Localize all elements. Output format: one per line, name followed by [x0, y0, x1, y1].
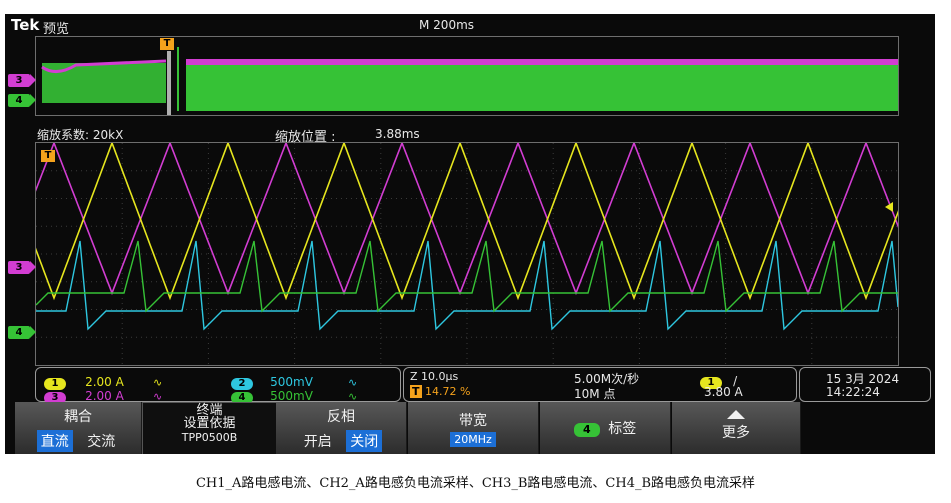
- coupling-dc-option[interactable]: 直流: [36, 430, 73, 452]
- trigger-level-arrow[interactable]: [885, 202, 893, 212]
- zoom-graticule: [5, 140, 935, 366]
- ch4-marker-overview[interactable]: 4: [8, 94, 36, 107]
- overview-magenta-post: [186, 59, 898, 65]
- invert-on-option[interactable]: 开启: [300, 430, 336, 452]
- zoom-position-value: 3.88ms: [375, 127, 420, 141]
- figure-caption: CH1_A路电感电流、CH2_A路电感负电流采样、CH3_B路电感电流、CH4_…: [195, 476, 756, 491]
- brand-logo: Tek: [11, 16, 40, 34]
- ch3-marker-overview[interactable]: 3: [8, 74, 36, 87]
- termination-probe: TPP0500B: [181, 431, 238, 444]
- zoom-waveforms: [5, 140, 935, 365]
- trigger-marker-zoom[interactable]: T: [41, 150, 55, 162]
- coupling-menu-button[interactable]: 耦合 直流 交流: [15, 402, 142, 454]
- label-menu-button[interactable]: 4 标签: [540, 402, 671, 454]
- label-text: 标签: [608, 421, 637, 437]
- bandwidth-title: 带宽: [459, 413, 487, 429]
- bandwidth-menu-button[interactable]: 带宽 20MHz: [408, 402, 539, 454]
- more-label: 更多: [722, 425, 750, 441]
- time: 14:22:24: [826, 385, 880, 399]
- more-menu-button[interactable]: 更多: [672, 402, 801, 454]
- datetime-panel: 15 3月 2024 14:22:24: [799, 367, 931, 402]
- horizontal-scale: Z 10.0µs: [410, 370, 459, 383]
- record-length: 10M 点: [574, 387, 616, 401]
- graticule-grid: [36, 143, 898, 365]
- overview-zoom-cursor: [167, 51, 171, 115]
- invert-menu-button[interactable]: 反相 开启 关闭: [276, 402, 407, 454]
- overview-green-pre: [42, 63, 166, 103]
- termination-menu-button[interactable]: 终端 设置依据 TPP0500B: [142, 402, 277, 454]
- mode-label: 预览: [43, 22, 70, 37]
- zoom-factor: 缩放系数: 20kX: [37, 128, 124, 142]
- channel-scale-panel[interactable]: 1 2.00 A ∿ 3 2.00 A ∿ 2 500mV ∿ 4 500mV …: [35, 367, 401, 404]
- oscilloscope-screen: Tek 预览 M 200ms T 3 4 缩放系数: 20kX 缩放位置 : 3…: [5, 14, 935, 454]
- trigger-position: T 14.72 %: [410, 385, 471, 398]
- ch4-scale: 500mV: [270, 389, 313, 403]
- timebase-readout: M 200ms: [419, 18, 475, 32]
- trigger-level: 3.80 A: [704, 385, 743, 399]
- coupling-ac-option[interactable]: 交流: [83, 430, 119, 452]
- ch3-scale: 2.00 A: [85, 389, 124, 403]
- horizontal-trigger-panel[interactable]: Z 10.0µs T 14.72 % 5.00M次/秒 10M 点 1 / 3.…: [403, 367, 797, 402]
- ch4-marker-zoom[interactable]: 4: [8, 326, 36, 339]
- termination-sub: 设置依据: [183, 416, 236, 431]
- label-channel-badge: 4: [573, 423, 600, 437]
- ch3-marker-zoom[interactable]: 3: [8, 261, 36, 274]
- invert-off-option[interactable]: 关闭: [346, 430, 383, 452]
- invert-title: 反相: [327, 409, 355, 425]
- up-arrow-icon: [727, 410, 745, 419]
- channel-traces: [5, 140, 935, 331]
- overview-green-post: [186, 59, 898, 111]
- trigger-marker-overview[interactable]: T: [160, 38, 174, 50]
- coupling-title: 耦合: [64, 409, 92, 425]
- bandwidth-value[interactable]: 20MHz: [450, 432, 496, 447]
